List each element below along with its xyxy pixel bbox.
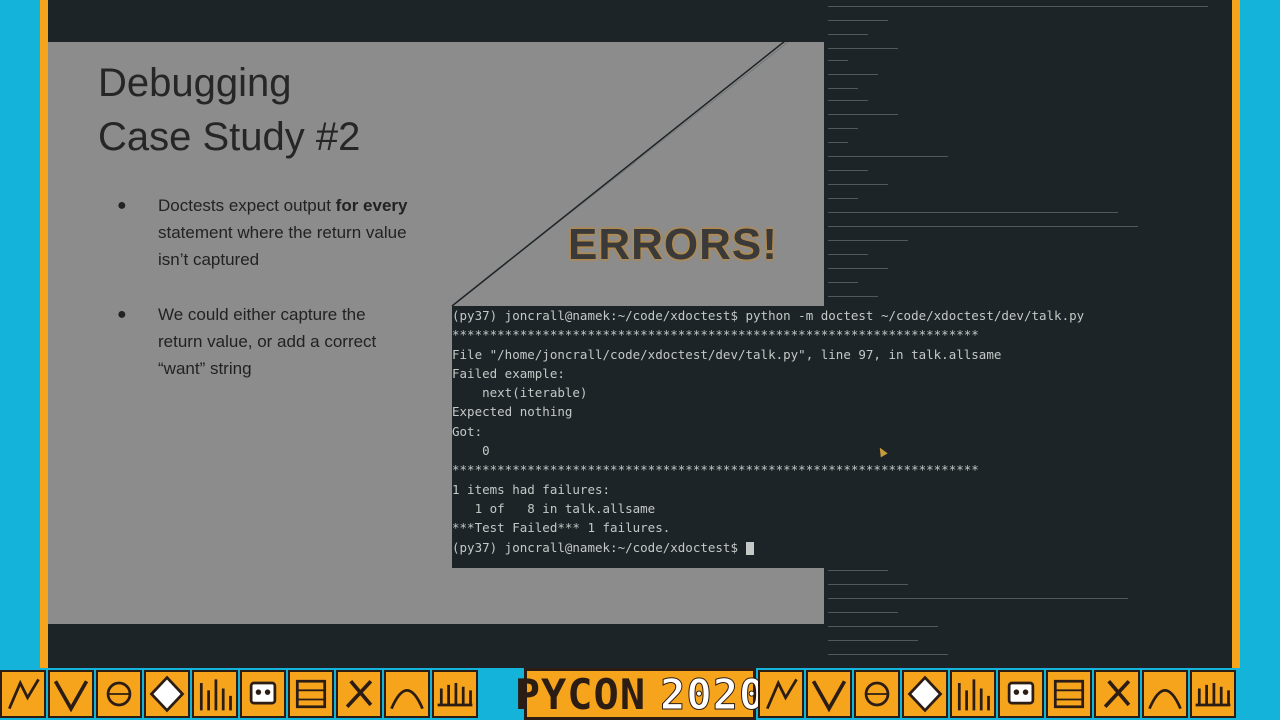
background-text-line	[828, 212, 1118, 213]
terminal-output[interactable]: (py37) joncrall@namek:~/code/xdoctest$ p…	[452, 306, 1232, 557]
background-text-line	[828, 198, 858, 199]
robot-icon	[998, 670, 1044, 718]
background-text-line	[828, 48, 898, 49]
right-accent-stripe	[1232, 0, 1240, 668]
bullet-text: We could either capture the return value…	[158, 305, 377, 378]
background-text-line	[828, 60, 848, 61]
background-text-line	[828, 6, 1208, 7]
left-accent-stripe	[40, 0, 48, 668]
terminal-line: next(iterable)	[452, 385, 588, 401]
chevron-icon	[48, 670, 94, 718]
snake-icon	[0, 670, 46, 718]
bullet-dot-icon: ●	[117, 306, 127, 323]
background-text-line	[828, 74, 878, 75]
background-text-line	[828, 100, 868, 101]
globe-icon	[854, 670, 900, 718]
background-text-line	[828, 142, 848, 143]
terminal-line: 0	[452, 443, 490, 459]
terminal-line: Expected nothing	[452, 404, 573, 420]
background-text-line	[828, 584, 908, 585]
right-frame-bar	[1240, 0, 1280, 668]
bullet-item: ● Doctests expect output for every state…	[113, 192, 413, 273]
bullet-item: ● We could either capture the return val…	[113, 301, 413, 382]
background-text-line	[828, 296, 878, 297]
bridge-icon	[1190, 670, 1236, 718]
terminal-line: File "/home/joncrall/code/xdoctest/dev/t…	[452, 346, 1002, 362]
background-text-line	[828, 34, 868, 35]
terminal-line: (py37) joncrall@namek:~/code/xdoctest$ p…	[452, 308, 1085, 323]
background-text-line	[828, 598, 1128, 599]
grid-icon	[288, 670, 334, 718]
bullet-list: ● Doctests expect output for every state…	[113, 192, 413, 410]
background-text-line	[828, 184, 888, 185]
background-text-line	[828, 626, 938, 627]
bars-icon	[192, 670, 238, 718]
background-text-line	[828, 20, 888, 21]
grid-icon	[1046, 670, 1092, 718]
background-text-line	[828, 254, 868, 255]
bridge-icon	[432, 670, 478, 718]
terminal-line: Got:	[452, 423, 483, 439]
terminal-prompt: (py37) joncrall@namek:~/code/xdoctest$	[452, 539, 746, 555]
errors-overlay-text: ERRORS!	[568, 220, 778, 269]
arch-icon	[384, 670, 430, 718]
bullet-text: Doctests expect output	[158, 196, 336, 215]
diamond-icon	[902, 670, 948, 718]
pycon-brand-text: PYCON	[514, 669, 647, 719]
background-text-line	[828, 114, 898, 115]
background-text-line	[828, 156, 948, 157]
terminal-line: 1 items had failures:	[452, 481, 611, 497]
terminal-cursor	[745, 541, 754, 555]
arch-icon	[1142, 670, 1188, 718]
bars-icon	[950, 670, 996, 718]
terminal-line: 1 of 8 in talk.allsame	[452, 500, 656, 516]
background-text-line	[828, 128, 858, 129]
globe-icon	[96, 670, 142, 718]
background-text-line	[828, 640, 918, 641]
background-text-line	[828, 612, 898, 613]
background-text-line	[828, 88, 858, 89]
bullet-bold-text: for every	[335, 196, 408, 215]
background-text-line	[828, 240, 908, 241]
background-text-line	[828, 654, 948, 655]
pycon-year-text: 2020	[660, 669, 766, 719]
snake-icon	[758, 670, 804, 718]
terminal-line: Failed example:	[452, 365, 565, 381]
background-text-line	[828, 226, 1138, 227]
background-text-line	[828, 282, 858, 283]
background-text-line	[828, 570, 888, 571]
wrench-icon	[336, 670, 382, 718]
left-frame-bar	[0, 0, 40, 668]
terminal-line: ****************************************…	[452, 462, 979, 478]
wrench-icon	[1094, 670, 1140, 718]
background-text-line	[828, 268, 888, 269]
slide-title: Debugging Case Study #2	[98, 61, 361, 159]
pycon-logo: PYCON 2020	[515, 668, 765, 720]
background-text-line	[828, 170, 868, 171]
terminal-line: ***Test Failed*** 1 failures.	[452, 520, 671, 536]
robot-icon	[240, 670, 286, 718]
video-stage: Debugging Case Study #2 ● Doctests expec…	[48, 0, 1232, 668]
pycon-banner: PYCON 2020	[0, 668, 1280, 720]
bullet-dot-icon: ●	[117, 197, 127, 214]
diamond-icon	[144, 670, 190, 718]
terminal-line: ****************************************…	[452, 327, 979, 343]
bullet-text: statement where the return value isn’t c…	[158, 223, 407, 269]
chevron-icon	[806, 670, 852, 718]
